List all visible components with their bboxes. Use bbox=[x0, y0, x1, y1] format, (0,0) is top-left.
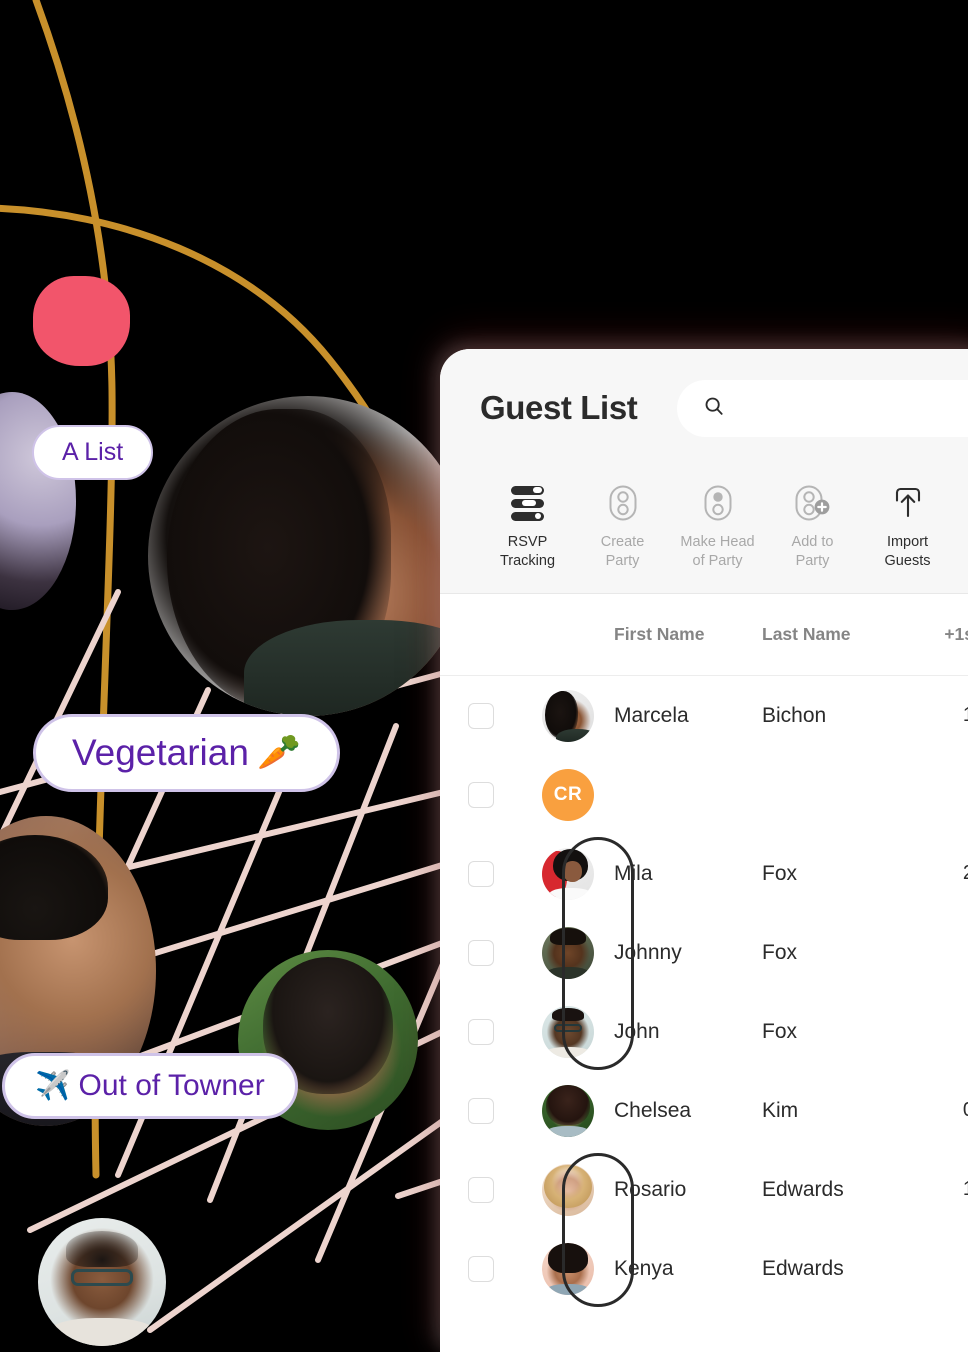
cell-last-name: Bichon bbox=[762, 703, 827, 727]
rsvp-list-icon bbox=[511, 483, 544, 523]
page-title: Guest List bbox=[480, 389, 638, 426]
cell-first-name: John bbox=[614, 1019, 660, 1043]
label-line-2: Party bbox=[605, 553, 640, 570]
table-row[interactable]: Rosario Edwards 1 bbox=[440, 1150, 968, 1229]
cell-plus-ones: 0 bbox=[914, 1099, 968, 1122]
toolbar-item-label: Import Guests bbox=[885, 533, 931, 571]
row-checkbox[interactable] bbox=[468, 1018, 494, 1045]
label-line-2: Guests bbox=[884, 553, 931, 570]
upload-arrow-icon bbox=[891, 483, 925, 523]
toolbar-item-label: Create Party bbox=[601, 533, 645, 571]
header-top-bar: Guest List bbox=[440, 349, 968, 467]
row-checkbox[interactable] bbox=[468, 860, 494, 887]
cell-first-name: Mila bbox=[614, 861, 653, 885]
avatar bbox=[542, 689, 594, 742]
cell-plus-ones: 1 bbox=[914, 704, 968, 727]
label-line-1: Add to bbox=[791, 534, 834, 550]
pink-blob-decoration bbox=[33, 276, 130, 366]
cell-first-name: Kenya bbox=[614, 1256, 674, 1280]
card-header: Guest List RSVP Tracking Create Party Ma… bbox=[440, 349, 968, 595]
screenshot-root: A List Vegetarian 🥕 ✈️ Out of Towner Gue… bbox=[0, 0, 968, 1352]
toolbar: RSVP Tracking Create Party Make Head of … bbox=[440, 467, 968, 595]
avatar bbox=[542, 1005, 594, 1058]
toolbar-item-rsvp-tracking[interactable]: RSVP Tracking bbox=[480, 483, 575, 571]
cell-plus-ones: 1 bbox=[914, 1178, 968, 1201]
row-checkbox[interactable] bbox=[468, 939, 494, 966]
guest-table-body: Marcela Bichon 1 CR Mila bbox=[440, 676, 968, 1309]
table-row[interactable]: Johnny Fox bbox=[440, 913, 968, 992]
avatar-initials: CR bbox=[542, 768, 594, 821]
cell-last-name: Fox bbox=[762, 861, 798, 885]
toolbar-item-label: Make Head of Party bbox=[680, 533, 754, 571]
toolbar-item-add-to-party[interactable]: Add to Party bbox=[765, 483, 860, 571]
search-input[interactable] bbox=[739, 398, 968, 418]
label-line-1: Create bbox=[600, 534, 645, 550]
tag-pill-a-list[interactable]: A List bbox=[32, 425, 154, 480]
tag-pill-out-of-towner[interactable]: ✈️ Out of Towner bbox=[2, 1053, 298, 1119]
avatar bbox=[542, 1084, 594, 1137]
table-row[interactable]: Mila Fox 2 bbox=[440, 834, 968, 913]
column-header-last-name: Last Name bbox=[762, 624, 851, 645]
airplane-icon: ✈️ bbox=[35, 1069, 71, 1102]
search-bar[interactable] bbox=[677, 379, 968, 437]
cell-last-name: Fox bbox=[762, 940, 798, 964]
tag-label: Out of Towner bbox=[78, 1069, 265, 1102]
label-line-2: Party bbox=[795, 553, 830, 570]
toolbar-item-label: Add to Party bbox=[792, 533, 834, 571]
cell-first-name: Rosario bbox=[614, 1177, 687, 1201]
cell-last-name: Fox bbox=[762, 1019, 798, 1043]
table-row[interactable]: Marcela Bichon 1 bbox=[440, 676, 968, 755]
label-line-1: RSVP bbox=[507, 534, 548, 550]
cell-plus-ones: 2 bbox=[914, 862, 968, 885]
row-checkbox[interactable] bbox=[468, 781, 494, 808]
row-checkbox[interactable] bbox=[468, 1097, 494, 1124]
guest-list-app-card: Guest List RSVP Tracking Create Party Ma… bbox=[440, 349, 968, 1352]
table-row[interactable]: Chelsea Kim 0 bbox=[440, 1071, 968, 1150]
head-of-party-icon bbox=[703, 483, 733, 523]
label-line-2: Tracking bbox=[499, 553, 556, 570]
add-person-plus-icon bbox=[794, 483, 832, 523]
table-row[interactable]: CR bbox=[440, 755, 968, 834]
label-line-1: Import bbox=[886, 534, 929, 550]
toolbar-item-label: RSVP Tracking bbox=[500, 533, 555, 571]
avatar bbox=[542, 1242, 594, 1295]
avatar bbox=[542, 1163, 594, 1216]
column-header-plus-ones: +1s bbox=[944, 624, 968, 645]
cell-first-name: Chelsea bbox=[614, 1098, 692, 1122]
row-checkbox[interactable] bbox=[468, 1255, 494, 1282]
two-people-icon bbox=[608, 483, 638, 523]
table-row[interactable]: John Fox bbox=[440, 992, 968, 1071]
hero-avatar-bubble bbox=[148, 396, 468, 716]
tag-pill-vegetarian[interactable]: Vegetarian 🥕 bbox=[33, 714, 340, 792]
decorative-avatar-bubble bbox=[38, 1218, 166, 1346]
toolbar-item-create-party[interactable]: Create Party bbox=[575, 483, 670, 571]
carrot-icon: 🥕 bbox=[256, 733, 301, 773]
avatar bbox=[542, 847, 594, 900]
cell-last-name: Kim bbox=[762, 1098, 799, 1122]
label-line-1: Make Head bbox=[680, 534, 755, 550]
cell-first-name: Johnny bbox=[614, 940, 682, 964]
avatar bbox=[542, 926, 594, 979]
tag-label: Vegetarian bbox=[72, 732, 249, 773]
tag-label: A List bbox=[62, 438, 124, 466]
table-row[interactable]: Kenya Edwards bbox=[440, 1229, 968, 1308]
table-column-headers: First Name Last Name +1s bbox=[440, 594, 968, 677]
label-line-2: of Party bbox=[692, 553, 743, 570]
cell-last-name: Edwards bbox=[762, 1256, 844, 1280]
cell-last-name: Edwards bbox=[762, 1177, 844, 1201]
cell-first-name: Marcela bbox=[614, 703, 689, 727]
toolbar-item-import-guests[interactable]: Import Guests bbox=[860, 483, 955, 571]
row-checkbox[interactable] bbox=[468, 702, 494, 729]
column-header-first-name: First Name bbox=[614, 624, 705, 645]
toolbar-item-make-head-of-party[interactable]: Make Head of Party bbox=[670, 483, 765, 571]
search-icon bbox=[703, 395, 725, 422]
row-checkbox[interactable] bbox=[468, 1176, 494, 1203]
